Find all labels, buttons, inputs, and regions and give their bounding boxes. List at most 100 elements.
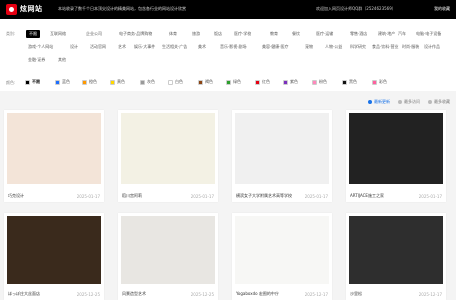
category-item[interactable]: 医疗·学校 xyxy=(234,31,251,37)
category-item[interactable]: 汽车 xyxy=(398,31,406,37)
category-item[interactable]: 教育 xyxy=(270,31,278,37)
sort-bar: 最新更新 最多访问 最多收藏 xyxy=(368,99,450,105)
site-card-title[interactable]: 风景造型艺术 xyxy=(122,291,146,297)
category-item[interactable]: 音乐·影视·剧场 xyxy=(220,44,247,50)
category-item[interactable]: 旅游 xyxy=(192,31,200,37)
color-swatch-icon xyxy=(283,79,288,85)
site-card-title[interactable]: ARTIJACE施工之家 xyxy=(350,193,384,199)
color-swatch-icon xyxy=(226,79,231,85)
site-card-title[interactable]: 沙里松 xyxy=(350,291,362,297)
category-item[interactable]: 美容·健康·医疗 xyxy=(262,44,289,50)
color-swatch-icon xyxy=(372,79,377,85)
category-item[interactable]: 饭店 xyxy=(214,31,222,37)
site-slogan: 本站收录了数千个日本顶尖设计的精美网站，包含各行业的网站设计欣赏 xyxy=(58,6,186,11)
category-item[interactable]: 美术 xyxy=(198,44,206,50)
site-thumbnail[interactable] xyxy=(7,216,101,284)
sort-latest[interactable]: 最新更新 xyxy=(368,99,390,105)
site-card-date: 2025-12-17 xyxy=(418,292,442,297)
site-card[interactable]: 风景造型艺术 2025-12-25 xyxy=(118,213,218,300)
category-item[interactable]: 艺术 xyxy=(118,44,126,50)
color-filter-item[interactable]: 粉色 xyxy=(312,79,327,85)
category-item[interactable]: 娱乐·大事件 xyxy=(134,44,155,50)
color-filter-item[interactable]: 白色 xyxy=(168,79,183,85)
site-card[interactable]: Yogaboxdo 宏图的中庁 2025-12-17 xyxy=(232,213,332,300)
color-filter-label: 红色 xyxy=(262,79,270,84)
site-card-date: 2025-01-17 xyxy=(418,194,442,199)
color-filter-item[interactable]: 褐色 xyxy=(198,79,213,85)
site-card-title[interactable]: Yogaboxdo 宏图的中庁 xyxy=(236,291,279,297)
category-item[interactable]: 时尚·服装 xyxy=(402,44,419,50)
category-item[interactable]: 互联网络 xyxy=(50,31,66,37)
color-swatch-icon xyxy=(25,79,30,85)
color-filter-label: 橙色 xyxy=(89,79,97,84)
category-item[interactable]: 设计 xyxy=(70,44,78,50)
site-thumbnail[interactable] xyxy=(7,113,101,184)
color-filter-label: 蓝色 xyxy=(62,79,70,84)
category-item[interactable]: 其他 xyxy=(58,57,66,63)
category-item[interactable]: 餐饮 xyxy=(292,31,300,37)
sort-most-visited-label: 最多访问 xyxy=(404,99,420,104)
filter-panel: 类别: 不限 互联网络 企业公司 电子商务·品牌购物 体育 旅游 饭店 医疗·学… xyxy=(0,19,456,91)
color-filter-label: 粉色 xyxy=(319,79,327,84)
contact-link[interactable]: 欢迎加入网页设计师QQ群（2524623569） xyxy=(316,6,396,12)
site-thumbnail[interactable] xyxy=(235,216,329,284)
site-card[interactable]: 横滨女子大学附属艺术高等学校 2025-01-17 xyxy=(232,110,332,202)
color-filter-label: 彩色 xyxy=(379,79,387,84)
category-all[interactable]: 不限 xyxy=(26,30,40,38)
category-item[interactable]: 电脑·电子设备 xyxy=(416,31,441,37)
sort-most-visited[interactable]: 最多访问 xyxy=(398,99,420,105)
category-item[interactable]: 游戏·个人网站 xyxy=(28,44,53,50)
site-card[interactable]: ARTIJACE施工之家 2025-01-17 xyxy=(346,110,446,202)
site-card[interactable]: 沙里松 2025-12-17 xyxy=(346,213,446,300)
color-filter-item[interactable]: 黑色 xyxy=(342,79,357,85)
site-card-title[interactable]: 横滨女子大学附属艺术高等学校 xyxy=(236,193,292,199)
color-filter-item[interactable]: 黄色 xyxy=(110,79,125,85)
site-thumbnail[interactable] xyxy=(121,113,215,184)
site-card-date: 2025-12-17 xyxy=(304,292,328,297)
site-card[interactable]: 稻川宫阿莉 2025-01-17 xyxy=(118,110,218,202)
color-filter-item[interactable]: 灰色 xyxy=(140,79,155,85)
color-filter-item[interactable]: 紫色 xyxy=(283,79,298,85)
color-filter-item[interactable]: 彩色 xyxy=(372,79,387,85)
category-item[interactable]: 电子商务·品牌购物 xyxy=(119,31,152,37)
color-filter-item[interactable]: 绿色 xyxy=(226,79,241,85)
color-filter-label: 白色 xyxy=(175,79,183,84)
sort-most-favorited[interactable]: 最多收藏 xyxy=(428,99,450,105)
category-item[interactable]: 食品·饮料·营业 xyxy=(372,44,399,50)
category-item[interactable]: 建筑·地产 xyxy=(378,31,395,37)
category-item[interactable]: 企业公司 xyxy=(86,31,102,37)
category-item[interactable]: 金融·证券 xyxy=(28,57,45,63)
color-swatch-icon xyxy=(255,79,260,85)
site-card[interactable]: 巧克设计 2025-01-17 xyxy=(4,110,104,202)
site-logo[interactable]: 炫网站 xyxy=(6,3,43,15)
color-filter-item[interactable]: 橙色 xyxy=(82,79,97,85)
category-item[interactable]: 宠物 xyxy=(305,44,313,50)
favorites-link[interactable]: 我的收藏 xyxy=(434,6,450,12)
category-item[interactable]: 生活相关·广告 xyxy=(162,44,187,50)
site-card-title[interactable]: ほっぽ庄大丝面店 xyxy=(8,291,40,297)
site-card-title[interactable]: 巧克设计 xyxy=(8,193,24,199)
sort-most-favorited-label: 最多收藏 xyxy=(434,99,450,104)
color-filter-label: 不限 xyxy=(32,79,40,84)
color-filter-item[interactable]: 蓝色 xyxy=(55,79,70,85)
category-item[interactable]: 科学研究 xyxy=(350,44,366,50)
category-item[interactable]: 医疗·运输 xyxy=(316,31,333,37)
color-filter-label: 黄色 xyxy=(117,79,125,84)
sort-latest-label: 最新更新 xyxy=(374,99,390,104)
site-thumbnail[interactable] xyxy=(235,113,329,184)
category-item[interactable]: 零售·酒店 xyxy=(350,31,367,37)
category-item[interactable]: 活动官网 xyxy=(90,44,106,50)
color-swatch-icon xyxy=(55,79,60,85)
site-card[interactable]: ほっぽ庄大丝面店 2025-12-25 xyxy=(4,213,104,300)
site-card-title[interactable]: 稻川宫阿莉 xyxy=(122,193,142,199)
color-swatch-icon xyxy=(342,79,347,85)
category-item[interactable]: 设计作品 xyxy=(424,44,440,50)
site-thumbnail[interactable] xyxy=(121,216,215,284)
color-filter-item[interactable]: 不限 xyxy=(25,79,40,85)
heart-icon xyxy=(428,100,432,104)
color-filter-item[interactable]: 红色 xyxy=(255,79,270,85)
category-item[interactable]: 人物·公益 xyxy=(325,44,342,50)
site-thumbnail[interactable] xyxy=(349,113,443,184)
site-thumbnail[interactable] xyxy=(349,216,443,284)
category-item[interactable]: 体育 xyxy=(169,31,177,37)
